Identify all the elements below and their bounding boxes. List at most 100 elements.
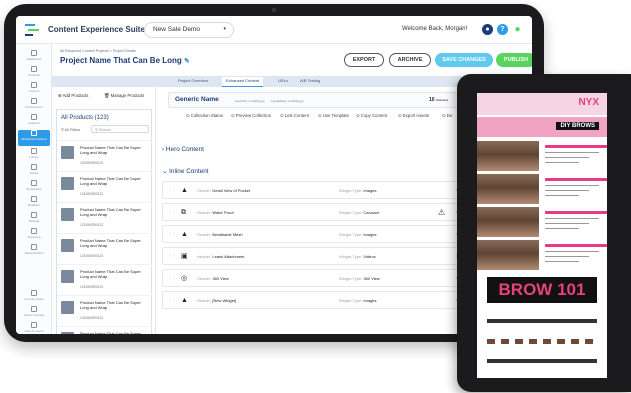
widget-type-value: Images (363, 188, 377, 193)
action-0[interactable]: ⊙ Collection Status (186, 113, 223, 119)
tab-enhanced-content[interactable]: Enhanced Content (222, 77, 264, 87)
action-label: Collection Status (190, 113, 224, 118)
nav-item-13[interactable]: Account Setup (18, 290, 50, 306)
step-text-line (545, 256, 589, 257)
widget-header: Header: Detail View of Pocket (197, 188, 250, 193)
tab-ab-testing[interactable]: A/B Testing (300, 78, 320, 83)
publish-button[interactable]: PUBLISH (496, 53, 532, 67)
widget-type-value: Carousel (363, 210, 380, 215)
nav-item-9[interactable]: Retailers (18, 196, 50, 212)
image-icon: ▲ (181, 231, 188, 238)
widget-header-value: Leash Attachment (212, 254, 245, 259)
drag-handle-icon[interactable]: ⋮⋮ (168, 297, 176, 302)
widget-row[interactable]: ⋮⋮ ▲ Header: [New Widget] Widget Type: Imag… (162, 291, 462, 309)
nav-item-5[interactable]: Enhanced Content (18, 130, 50, 146)
all-filters-button[interactable]: ⚲ All Filters (61, 127, 80, 132)
product-row[interactable]: Product Name That Can Be Super Long and … (57, 233, 153, 264)
action-6[interactable]: ⊙ De (442, 113, 452, 119)
action-5[interactable]: ⊙ Export Assets (398, 113, 429, 119)
tablet-frame: NYX DIY BROWS BROW 101 (457, 74, 631, 392)
edit-icon[interactable]: ✎ (184, 58, 190, 65)
inline-section-toggle[interactable]: ⌄ Inline Content (162, 167, 209, 175)
product-row[interactable]: Product Name That Can Be Super Long and … (57, 326, 153, 334)
widget-row[interactable]: ⋮⋮ ▲ Header: Breathable Mesh Widget Type: I… (162, 225, 462, 243)
generic-name: Generic Name (175, 96, 219, 103)
drag-handle-icon[interactable]: ⋮⋮ (168, 275, 176, 280)
drag-handle-icon[interactable]: ⋮⋮ (168, 253, 176, 258)
product-row[interactable]: Product Name That Can Be Super Long and … (57, 140, 153, 171)
action-2[interactable]: ⊙ Link Content (280, 113, 309, 119)
save-changes-button[interactable]: SAVE CHANGES (435, 53, 493, 67)
action-1[interactable]: ⊙ Preview Collection (231, 113, 271, 119)
nav-item-0[interactable]: Dashboard (18, 50, 50, 66)
widget-type-value: Videos (363, 254, 376, 259)
step-text-line (545, 228, 579, 229)
nav-item-10[interactable]: Settings (18, 212, 50, 228)
nav-item-15[interactable]: Help & Logout (18, 322, 50, 334)
nav-item-4[interactable]: Analytics (18, 114, 50, 130)
product-row[interactable]: Product Name That Can Be Super Long and … (57, 264, 153, 295)
add-products-button[interactable]: ⊕ Add Products (58, 93, 88, 99)
tab-project-overview[interactable]: Project Overview (178, 78, 208, 83)
widget-row[interactable]: ⋮⋮ ◎ Header: 360 View Widget Type: 360 View… (162, 269, 462, 287)
demo-select[interactable]: New Sale Demo ▾ (144, 22, 234, 38)
nav-label: Admin Training (23, 313, 44, 317)
nav-label: Help & Logout (24, 329, 44, 333)
hero-section-toggle[interactable]: › Hero Content (162, 146, 204, 153)
drag-handle-icon[interactable]: ⋮⋮ (168, 209, 176, 214)
user-icon[interactable]: ● (482, 24, 493, 35)
action-4[interactable]: ⊙ Copy Content (356, 113, 387, 119)
nav-item-3[interactable]: Performance (18, 98, 50, 114)
nav-item-6[interactable]: Library (18, 148, 50, 164)
widget-header: Header: Leash Attachment (197, 254, 244, 259)
export-button[interactable]: EXPORT (344, 53, 384, 67)
nav-label: Content (28, 89, 40, 93)
widget-header-label: Header: (197, 232, 212, 237)
tab-urls[interactable]: URLs (278, 78, 288, 83)
nav-item-1[interactable]: Products (18, 66, 50, 82)
bell-icon[interactable]: ● (512, 24, 523, 35)
widget-row[interactable]: ⋮⋮ ▲ Header: Detail View of Pocket Widget T… (162, 181, 462, 199)
widget-type-value: Images (363, 298, 377, 303)
nav-item-7[interactable]: Assets (18, 164, 50, 180)
product-sku: 1234567890123 (80, 223, 104, 227)
step-text-line (545, 152, 599, 153)
step-text-line (545, 261, 579, 262)
widget-row[interactable]: ⋮⋮ ⧉ Header: Water Proof Widget Type: Carou… (162, 203, 462, 221)
step-text-line (545, 251, 599, 252)
action-3[interactable]: ⊙ Use Template (318, 113, 349, 119)
nav-label: Enhanced Content (21, 137, 47, 141)
search-input[interactable]: ⚲ Search (91, 125, 149, 133)
top-bar: Content Experience Suite New Sale Demo ▾… (16, 16, 532, 44)
nav-item-11[interactable]: Reporting (18, 228, 50, 244)
nav-label: Reporting (27, 235, 41, 239)
nav-icon (31, 244, 37, 250)
nav-label: Syndication (26, 187, 42, 191)
product-row[interactable]: Product Name That Can Be Super Long and … (57, 202, 153, 233)
nav-item-14[interactable]: Admin Training (18, 306, 50, 322)
widget-type: Widget Type: Images (339, 232, 377, 237)
brand-logo: NYX (578, 97, 599, 108)
widget-row[interactable]: ⋮⋮ ▣ Header: Leash Attachment Widget Type: … (162, 247, 462, 265)
product-sku: 1234567890123 (80, 285, 104, 289)
nav-item-12[interactable]: Administration (18, 244, 50, 260)
product-row[interactable]: Product Name That Can Be Super Long and … (57, 171, 153, 202)
widget-type: Widget Type: Carousel (339, 210, 379, 215)
manage-products-button[interactable]: 🗑 Manage Products (104, 93, 144, 99)
widget-type: Widget Type: 360 View (339, 276, 380, 281)
nav-item-8[interactable]: Syndication (18, 180, 50, 196)
app-screen: Content Experience Suite New Sale Demo ▾… (16, 16, 532, 334)
archive-button[interactable]: ARCHIVE (389, 53, 431, 67)
products-title: All Products (123) (61, 115, 109, 121)
step-text-line (545, 157, 589, 158)
drag-handle-icon[interactable]: ⋮⋮ (168, 187, 176, 192)
breadcrumb[interactable]: All Enhanced Content Projects > Project … (60, 49, 136, 53)
step-text-line (545, 195, 579, 196)
drag-handle-icon[interactable]: ⋮⋮ (168, 231, 176, 236)
widget-type-value: 360 View (363, 276, 380, 281)
widget-header-label: Header: (197, 254, 212, 259)
help-icon[interactable]: ? (497, 24, 508, 35)
nav-item-2[interactable]: Content (18, 82, 50, 98)
product-row[interactable]: Product Name That Can Be Super Long and … (57, 295, 153, 326)
nav-icon (31, 322, 37, 328)
